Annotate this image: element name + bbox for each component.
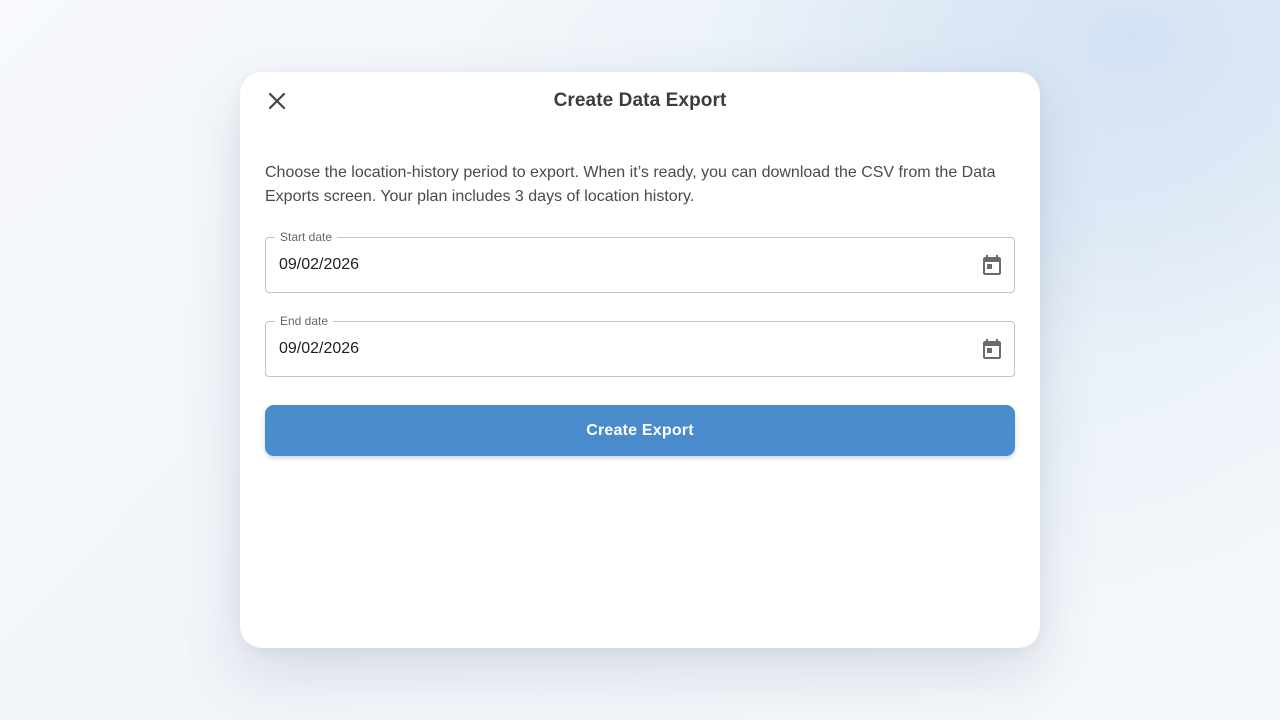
end-date-input[interactable]	[279, 322, 959, 376]
start-date-input[interactable]	[279, 238, 959, 292]
dialog-description: Choose the location-history period to ex…	[265, 164, 996, 205]
create-data-export-dialog: Create Data Export Choose the location-h…	[240, 72, 1040, 648]
calendar-icon[interactable]	[980, 253, 1004, 277]
start-date-field[interactable]: Start date	[265, 230, 1015, 293]
calendar-icon[interactable]	[980, 337, 1004, 361]
end-date-field[interactable]: End date	[265, 314, 1015, 377]
create-export-button[interactable]: Create Export	[265, 405, 1015, 456]
dialog-title: Create Data Export	[553, 90, 727, 111]
